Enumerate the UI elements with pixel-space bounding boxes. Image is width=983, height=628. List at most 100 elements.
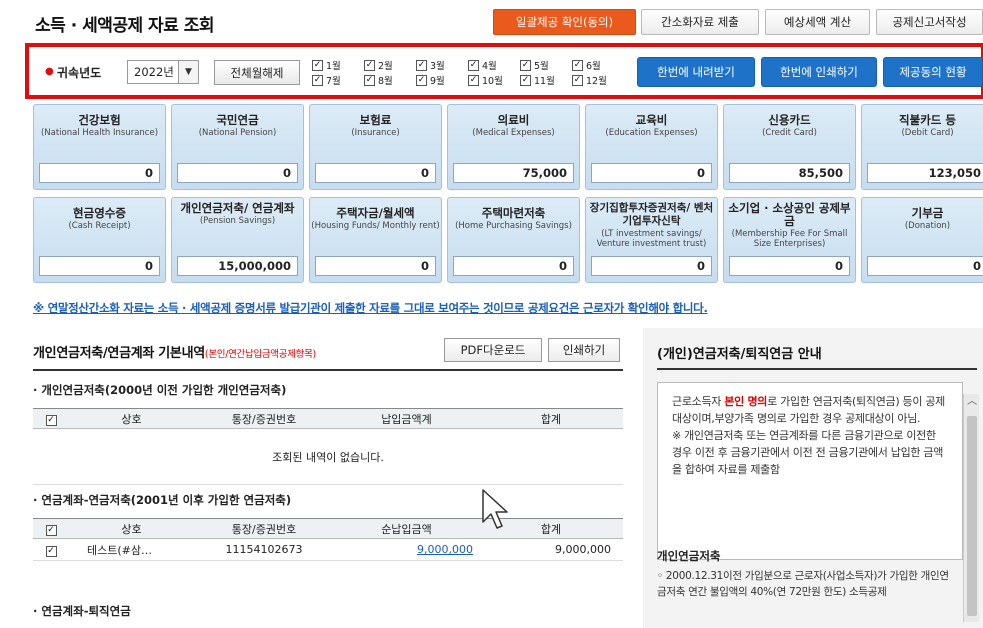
card-value: 0 (591, 163, 712, 183)
checkbox-icon: ✓ (45, 545, 57, 557)
card-lt-investment-savings[interactable]: 장기집합투자증권저축/ 벤처기업투자신탁 (LT investment savi… (585, 197, 718, 283)
card-housing-funds[interactable]: 주택자금/월세액 (Housing Funds/ Monthly rent) 0 (309, 197, 442, 283)
guide-subtext: ◦ 2000.12.31이전 가입분으로 근로자(사업소득자)가 가입한 개인연… (657, 570, 949, 598)
checkbox-icon: ✓ (364, 59, 375, 71)
pension-table-2: ✓ 상호 통장/증권번호 순납입금액 합계 ✓ 테스트(#삼… 11154102… (33, 518, 623, 561)
scrollbar-thumb[interactable] (967, 416, 977, 616)
cell-account: 11154102673 (194, 538, 334, 561)
card-value: 0 (867, 256, 983, 276)
consent-button[interactable]: 일괄제공 확인(동의) (493, 9, 636, 35)
card-value: 15,000,000 (177, 256, 298, 276)
divider (33, 369, 623, 371)
divider (657, 368, 977, 370)
card-cash-receipt[interactable]: 현금영수증 (Cash Receipt) 0 (33, 197, 166, 283)
col-header: 납입금액계 (334, 408, 479, 429)
year-value: 2022년 (134, 65, 174, 79)
month-checkbox-6[interactable]: ✓ 6월 (572, 58, 601, 72)
card-medical-expenses[interactable]: 의료비 (Medical Expenses) 75,000 (447, 104, 580, 190)
month-checkbox-4[interactable]: ✓ 4월 (468, 58, 497, 72)
month-checkbox-2[interactable]: ✓ 2월 (364, 58, 393, 72)
card-credit-card[interactable]: 신용카드 (Credit Card) 85,500 (723, 104, 856, 190)
checkbox-icon: ✓ (364, 74, 375, 86)
guide-box: 근로소득자 본인 명의로 가입한 연금저축(퇴직연금) 등이 공제 대상이며,부… (657, 382, 963, 560)
card-value: 0 (315, 163, 436, 183)
card-donation[interactable]: 기부금 (Donation) 0 (861, 197, 983, 283)
card-education-expenses[interactable]: 교육비 (Education Expenses) 0 (585, 104, 718, 190)
page-title: 소득 · 세액공제 자료 조회 (35, 16, 215, 36)
filter-bar: ● 귀속년도 2022년 ▼ 전체월해제 ✓ 1월 ✓ 2월 ✓ 3월 ✓ 4월 ✓ 5월… (25, 43, 983, 99)
chevron-down-icon: ▼ (178, 61, 198, 83)
submit-simplified-button[interactable]: 간소화자료 제출 (641, 9, 759, 35)
checkbox-icon: ✓ (312, 59, 323, 71)
section-title-note: (본인/연간납입금액공제항목) (204, 349, 316, 360)
card-value: 0 (453, 256, 574, 276)
guide-subtitle: 개인연금저축 (657, 549, 721, 563)
month-checkbox-3[interactable]: ✓ 3월 (416, 58, 445, 72)
section2-title: · 연금계좌-연금저축(2001년 이후 가입한 연금저축) (33, 493, 292, 507)
print-all-button[interactable]: 한번에 인쇄하기 (761, 57, 877, 87)
month-checkbox-11[interactable]: ✓ 11월 (520, 73, 555, 87)
toggle-all-months-button[interactable]: 전체월해제 (214, 60, 300, 85)
month-checkbox-12[interactable]: ✓ 12월 (572, 73, 607, 87)
card-value: 0 (39, 256, 160, 276)
cell-name: 테스트(#삼… (69, 538, 194, 561)
pdf-download-button[interactable]: PDF다운로드 (444, 338, 542, 362)
guide-note: ※ 개인연금저축 또는 연금계좌를 다른 금융기관으로 이전한 경우 이전 후 … (672, 429, 944, 476)
scrollbar[interactable]: ︿ (963, 394, 979, 622)
checkbox-icon: ✓ (572, 59, 583, 71)
col-header: 통장/증권번호 (194, 408, 334, 429)
select-all-checkbox[interactable]: ✓ (33, 518, 69, 539)
empty-message: 조회된 내역이 없습니다. (33, 428, 623, 485)
estimate-tax-button[interactable]: 예상세액 계산 (765, 9, 870, 35)
write-deduction-form-button[interactable]: 공제신고서작성 (876, 9, 983, 35)
notice-link[interactable]: ※ 연말정산간소화 자료는 소득 · 세액공제 증명서류 발급기관이 제출한 자… (33, 300, 708, 316)
month-checkbox-10[interactable]: ✓ 10월 (468, 73, 503, 87)
select-all-checkbox[interactable]: ✓ (33, 408, 69, 429)
download-all-button[interactable]: 한번에 내려받기 (637, 57, 755, 87)
table-row: ✓ 테스트(#삼… 11154102673 9,000,000 9,000,00… (33, 538, 623, 561)
consent-status-button[interactable]: 제공동의 현황 (883, 57, 983, 87)
checkbox-icon: ✓ (520, 59, 531, 71)
print-button[interactable]: 인쇄하기 (548, 338, 620, 362)
month-checkbox-8[interactable]: ✓ 8월 (364, 73, 393, 87)
row-checkbox[interactable]: ✓ (33, 538, 69, 561)
card-debit-card[interactable]: 직불카드 등 (Debit Card) 123,050 (861, 104, 983, 190)
card-value: 123,050 (867, 163, 983, 183)
checkbox-icon: ✓ (468, 59, 479, 71)
checkbox-icon: ✓ (45, 414, 57, 426)
month-checkbox-5[interactable]: ✓ 5월 (520, 58, 549, 72)
section1-title: · 개인연금저축(2000년 이전 가입한 개인연금저축) (33, 383, 287, 397)
card-small-enterprise-fee[interactable]: 소기업 · 소상공인 공제부금 (Membership Fee For Smal… (723, 197, 856, 283)
checkbox-icon: ✓ (468, 74, 479, 86)
col-header: 합계 (479, 408, 623, 429)
col-header: 순납입금액 (334, 518, 479, 539)
card-value: 0 (729, 256, 850, 276)
col-header: 통장/증권번호 (194, 518, 334, 539)
card-value: 75,000 (453, 163, 574, 183)
chevron-up-icon[interactable]: ︿ (964, 394, 980, 410)
month-checkbox-7[interactable]: ✓ 7월 (312, 73, 341, 87)
card-national-pension[interactable]: 국민연금 (National Pension) 0 (171, 104, 304, 190)
card-value: 0 (315, 256, 436, 276)
card-insurance[interactable]: 보험료 (Insurance) 0 (309, 104, 442, 190)
pension-table-1: ✓ 상호 통장/증권번호 납입금액계 합계 조회된 내역이 없습니다. (33, 408, 623, 485)
month-checkbox-1[interactable]: ✓ 1월 (312, 58, 341, 72)
checkbox-icon: ✓ (45, 524, 57, 536)
mouse-cursor-icon (482, 489, 508, 529)
card-pension-savings[interactable]: 개인연금저축/ 연금계좌 (Pension Savings) 15,000,00… (171, 197, 304, 283)
checkbox-icon: ✓ (416, 59, 427, 71)
checkbox-icon: ✓ (416, 74, 427, 86)
bullet-icon: ● (45, 66, 54, 77)
year-select[interactable]: 2022년 ▼ (127, 60, 199, 84)
month-checkboxes: ✓ 1월 ✓ 2월 ✓ 3월 ✓ 4월 ✓ 5월 ✓ 6월 ✓ 7월 ✓ 8월 ✓ 9월 ✓ 10월… (312, 58, 624, 88)
month-checkbox-9[interactable]: ✓ 9월 (416, 73, 445, 87)
card-home-purchasing-savings[interactable]: 주택마련저축 (Home Purchasing Savings) 0 (447, 197, 580, 283)
guide-title: (개인)연금저축/퇴직연금 안내 (657, 347, 822, 362)
amount-link[interactable]: 9,000,000 (417, 543, 473, 556)
card-value: 85,500 (729, 163, 850, 183)
card-health-insurance[interactable]: 건강보험 (National Health Insurance) 0 (33, 104, 166, 190)
card-value: 0 (591, 256, 712, 276)
header: 소득 · 세액공제 자료 조회 일괄제공 확인(동의) 간소화자료 제출 예상세… (0, 0, 983, 42)
card-value: 0 (39, 163, 160, 183)
guide-text: 근로소득자 본인 명의로 가입한 연금저축(퇴직연금) 등이 공제 대상이며,부… (672, 395, 945, 425)
